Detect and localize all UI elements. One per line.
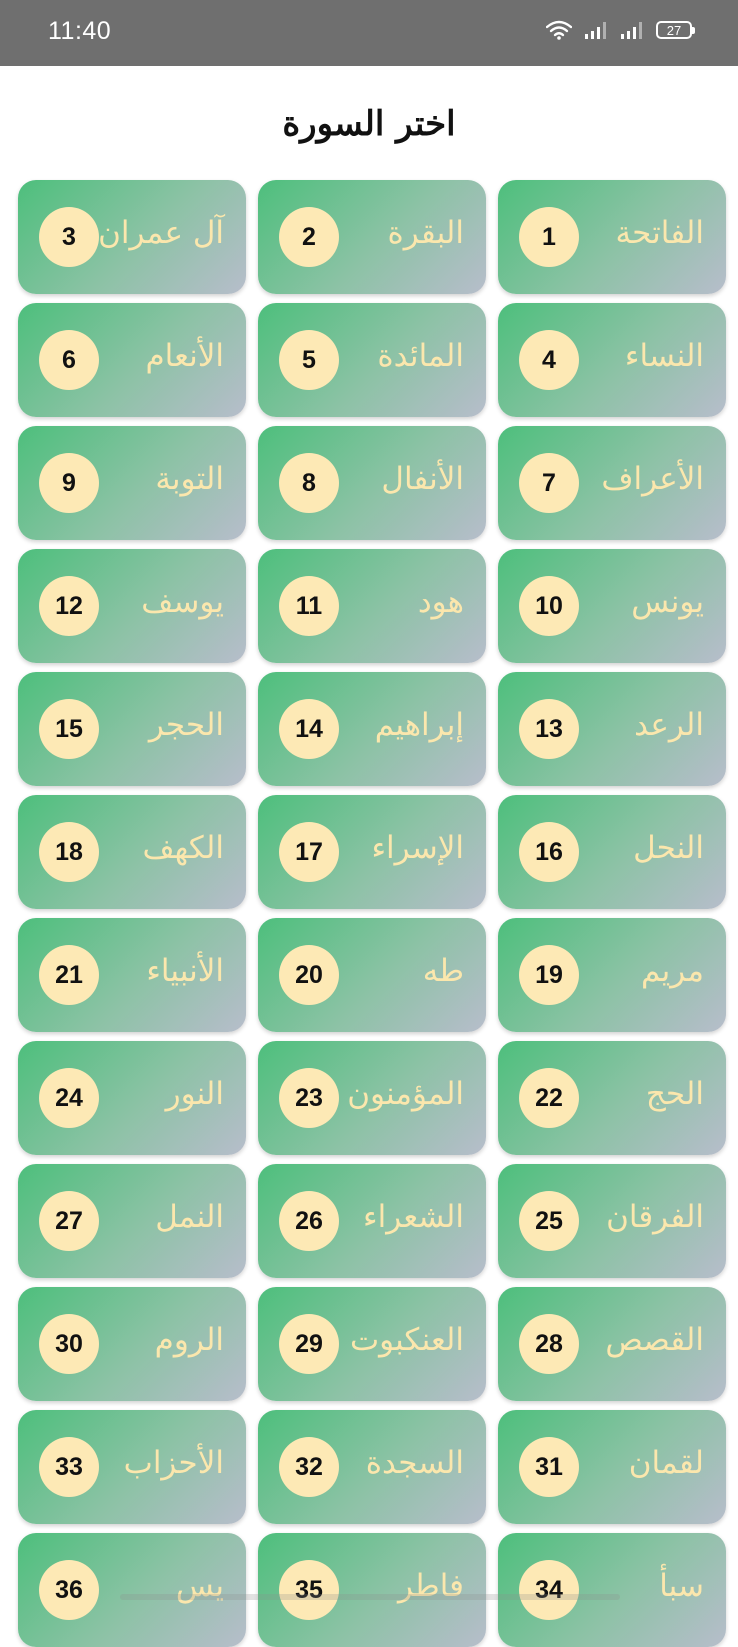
- surah-card[interactable]: 2 البقرة: [258, 180, 486, 294]
- surah-card[interactable]: 26 الشعراء: [258, 1164, 486, 1278]
- surah-name: يس: [175, 1568, 224, 1604]
- surah-card[interactable]: 9 التوبة: [18, 426, 246, 540]
- surah-name: النساء: [624, 338, 704, 374]
- signal-icon: [585, 22, 606, 39]
- surah-name: مريم: [641, 953, 704, 989]
- surah-name: الإسراء: [371, 830, 464, 866]
- surah-name: الأعراف: [601, 461, 704, 497]
- surah-name: الفاتحة: [615, 215, 704, 251]
- surah-name: يونس: [631, 584, 704, 620]
- surah-card[interactable]: 13 الرعد: [498, 672, 726, 786]
- surah-card[interactable]: 30 الروم: [18, 1287, 246, 1401]
- surah-card[interactable]: 33 الأحزاب: [18, 1410, 246, 1524]
- surah-card[interactable]: 29 العنكبوت: [258, 1287, 486, 1401]
- surah-name: فاطر: [397, 1568, 464, 1604]
- surah-card[interactable]: 12 يوسف: [18, 549, 246, 663]
- surah-name: الحجر: [148, 707, 224, 743]
- surah-card[interactable]: 36 يس: [18, 1533, 246, 1647]
- surah-card[interactable]: 15 الحجر: [18, 672, 246, 786]
- surah-card[interactable]: 24 النور: [18, 1041, 246, 1155]
- surah-card[interactable]: 31 لقمان: [498, 1410, 726, 1524]
- surah-name: الأنفال: [381, 461, 464, 497]
- surah-card[interactable]: 20 طه: [258, 918, 486, 1032]
- surah-card[interactable]: 5 المائدة: [258, 303, 486, 417]
- surah-card[interactable]: 27 النمل: [18, 1164, 246, 1278]
- surah-name: الحج: [645, 1076, 704, 1112]
- surah-name: التوبة: [155, 461, 224, 497]
- surah-card[interactable]: 11 هود: [258, 549, 486, 663]
- surah-name: القصص: [605, 1322, 704, 1358]
- surah-card[interactable]: 23 المؤمنون: [258, 1041, 486, 1155]
- page-title: اختر السورة: [282, 104, 456, 144]
- surah-name: النحل: [633, 830, 704, 866]
- surah-name: السجدة: [365, 1445, 464, 1481]
- surah-grid: 1 الفاتحة 2 البقرة 3 آل عمران 4 النساء 5 المائدة 6…: [12, 180, 726, 1647]
- surah-card[interactable]: 8 الأنفال: [258, 426, 486, 540]
- surah-name: المؤمنون: [347, 1076, 464, 1112]
- surah-card[interactable]: 18 الكهف: [18, 795, 246, 909]
- surah-name: آل عمران: [98, 215, 224, 251]
- surah-card[interactable]: 3 آل عمران: [18, 180, 246, 294]
- surah-card[interactable]: 19 مريم: [498, 918, 726, 1032]
- surah-name: هود: [417, 584, 464, 620]
- surah-card[interactable]: 34 سبأ: [498, 1533, 726, 1647]
- surah-name: العنكبوت: [349, 1322, 464, 1358]
- surah-name: طه: [422, 953, 464, 989]
- navigation-handle[interactable]: [120, 1594, 620, 1600]
- status-bar: 11:40 27: [0, 0, 738, 66]
- surah-name: الشعراء: [363, 1199, 464, 1235]
- status-icons: 27: [546, 20, 695, 40]
- surah-card[interactable]: 16 النحل: [498, 795, 726, 909]
- surah-card[interactable]: 22 الحج: [498, 1041, 726, 1155]
- surah-card[interactable]: 4 النساء: [498, 303, 726, 417]
- surah-name: الكهف: [142, 830, 224, 866]
- surah-card[interactable]: 25 الفرقان: [498, 1164, 726, 1278]
- surah-name: النمل: [155, 1199, 224, 1235]
- surah-name: الأنبياء: [146, 953, 224, 989]
- surah-card[interactable]: 14 إبراهيم: [258, 672, 486, 786]
- signal-icon: [621, 22, 642, 39]
- surah-card[interactable]: 7 الأعراف: [498, 426, 726, 540]
- surah-card[interactable]: 21 الأنبياء: [18, 918, 246, 1032]
- surah-name: الفرقان: [606, 1199, 704, 1235]
- battery-level: 27: [666, 22, 682, 38]
- surah-name: المائدة: [377, 338, 464, 374]
- surah-card[interactable]: 1 الفاتحة: [498, 180, 726, 294]
- surah-name: يوسف: [141, 584, 224, 620]
- surah-card[interactable]: 35 فاطر: [258, 1533, 486, 1647]
- battery-icon: 27: [656, 21, 695, 39]
- surah-card[interactable]: 32 السجدة: [258, 1410, 486, 1524]
- surah-name: سبأ: [659, 1568, 704, 1604]
- surah-name: الأحزاب: [123, 1445, 224, 1481]
- surah-name: البقرة: [387, 215, 464, 251]
- surah-card[interactable]: 10 يونس: [498, 549, 726, 663]
- surah-name: الرعد: [634, 707, 704, 743]
- surah-card[interactable]: 17 الإسراء: [258, 795, 486, 909]
- status-time: 11:40: [48, 17, 112, 45]
- surah-card[interactable]: 28 القصص: [498, 1287, 726, 1401]
- surah-name: إبراهيم: [374, 707, 464, 743]
- surah-name: الأنعام: [145, 338, 224, 374]
- wifi-icon: [546, 20, 572, 40]
- surah-card[interactable]: 6 الأنعام: [18, 303, 246, 417]
- surah-name: النور: [165, 1076, 224, 1112]
- surah-name: الروم: [154, 1322, 224, 1358]
- surah-name: لقمان: [628, 1445, 704, 1481]
